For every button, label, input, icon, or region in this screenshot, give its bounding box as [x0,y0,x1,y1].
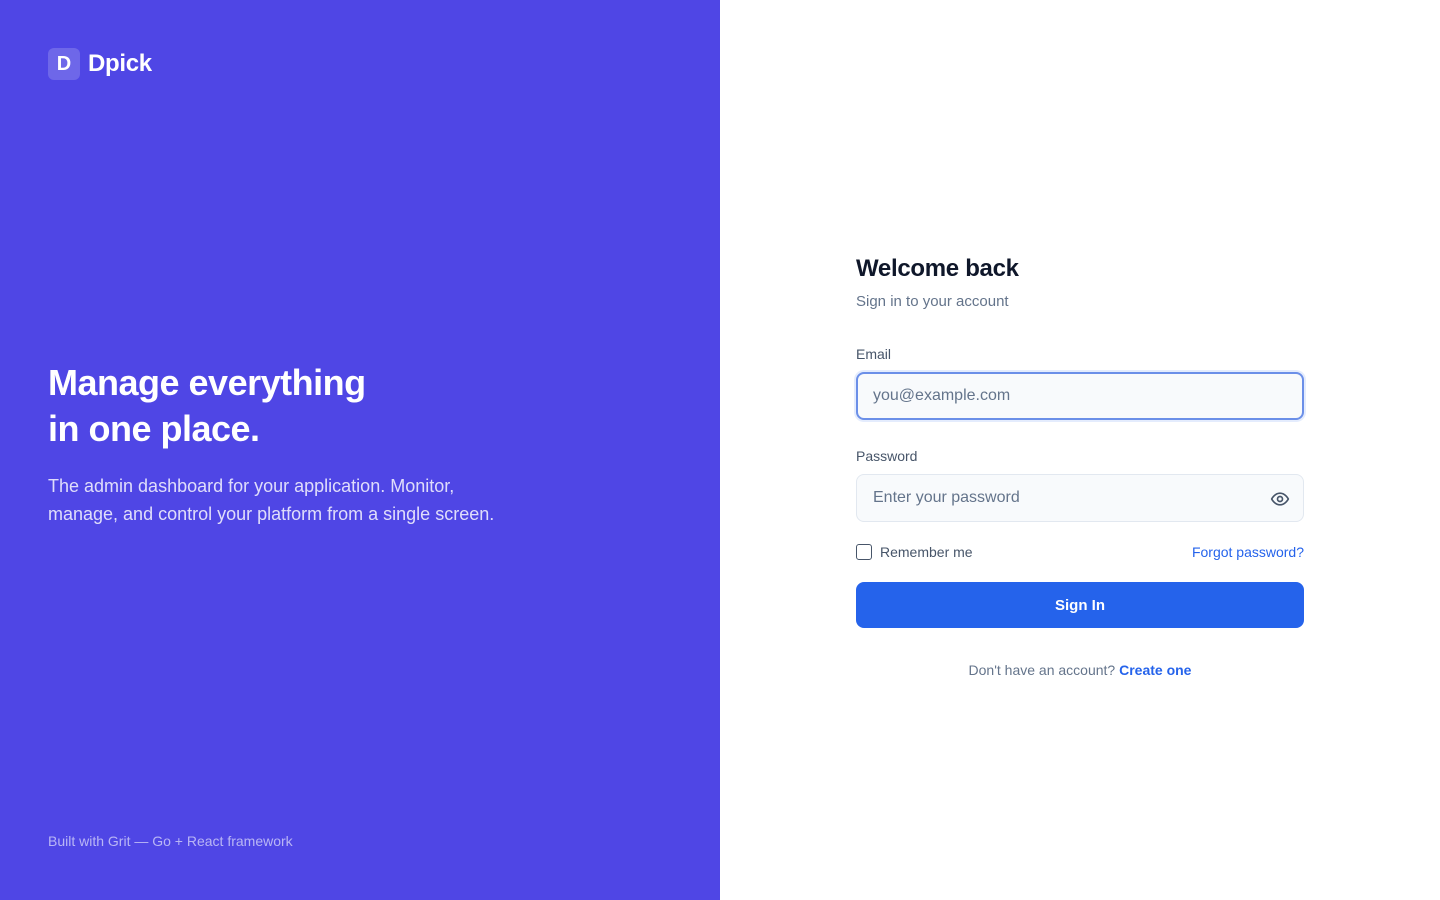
app-name: Dpick [88,50,152,77]
password-input-wrapper [856,474,1304,522]
hero-title: Manage everything in one place. [48,362,366,449]
email-input-wrapper [856,372,1304,420]
email-label: Email [856,346,892,362]
logo[interactable]: D Dpick [48,48,152,80]
password-label: Password [856,448,918,464]
hero: Manage everything in one place. The admi… [48,360,508,528]
footer-note: Built with Grit — Go + React framework [48,833,293,849]
login-form: Welcome back Sign in to your account Ema… [856,255,1304,678]
password-input[interactable] [857,475,1303,521]
signup-prompt: Don't have an account? [968,662,1116,678]
form-subtitle: Sign in to your account [856,293,1009,310]
email-input[interactable] [858,374,1302,418]
signup-row: Don't have an account? Create one [856,662,1304,678]
hero-description: The admin dashboard for your application… [48,476,495,524]
remember-me[interactable]: Remember me [856,544,973,560]
options-row: Remember me Forgot password? [856,544,1304,560]
sign-in-button[interactable]: Sign In [856,582,1304,628]
form-title: Welcome back [856,255,1019,282]
create-account-link[interactable]: Create one [1119,662,1191,678]
remember-label: Remember me [880,544,973,560]
eye-icon[interactable] [1269,488,1291,510]
login-panel: Welcome back Sign in to your account Ema… [720,0,1440,900]
remember-checkbox[interactable] [856,544,872,560]
password-field-group: Password [856,448,1304,522]
email-field-group: Email [856,346,1304,420]
logo-mark: D [48,48,80,80]
forgot-password-link[interactable]: Forgot password? [1192,544,1304,560]
brand-panel: D Dpick Manage everything in one place. … [0,0,720,900]
